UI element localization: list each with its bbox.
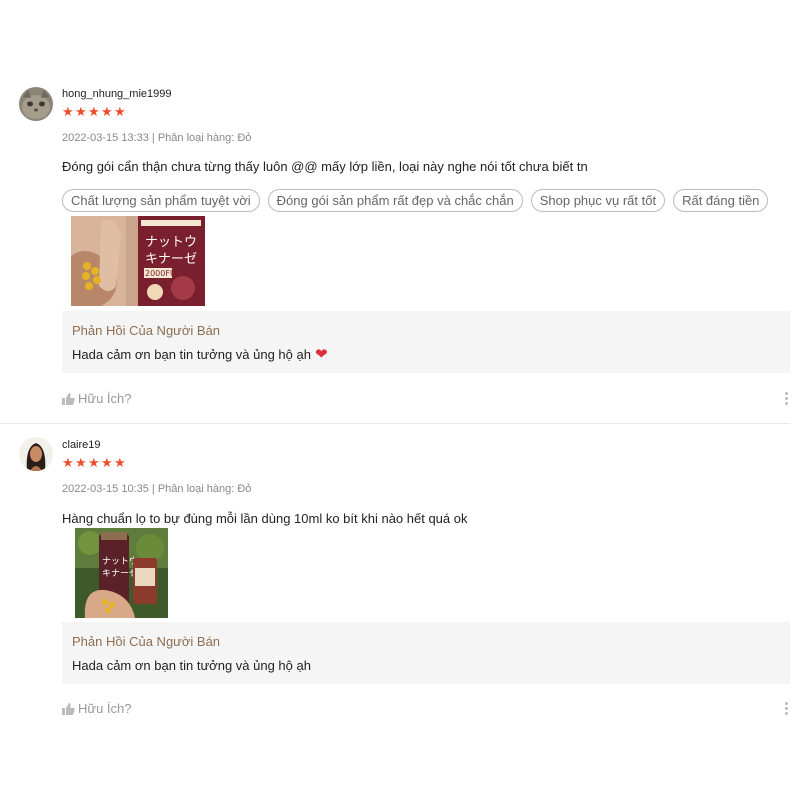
review-tag: Chất lượng sản phẩm tuyệt vời [62, 189, 260, 212]
review-meta: 2022-03-15 10:35 | Phân loại hàng: Đỏ [62, 483, 252, 495]
reply-text: Hada cảm ơn bạn tin tưởng và ủng hộ ạh [72, 347, 311, 362]
star-icon: ★ [88, 104, 100, 119]
avatar[interactable] [19, 87, 53, 121]
star-icon: ★ [62, 455, 74, 470]
helpful-label: Hữu Ích? [78, 701, 132, 716]
reply-title: Phản Hồi Của Người Bán [72, 634, 221, 649]
photo-label-2: キナーゼ [145, 252, 197, 267]
star-icon: ★ [114, 455, 126, 470]
star-icon: ★ [114, 104, 126, 119]
photo-label-3: 2000FU [145, 269, 176, 278]
review-comment: Đóng gói cẩn thận chưa từng thấy luôn @@… [62, 159, 588, 174]
helpful-button[interactable]: Hữu Ích? [62, 701, 132, 716]
thumbs-up-icon [62, 702, 75, 715]
reply-title: Phản Hồi Của Người Bán [72, 323, 221, 338]
more-options-icon[interactable] [785, 702, 789, 715]
seller-reply: Phản Hồi Của Người Bán Hada cảm ơn bạn t… [62, 622, 790, 684]
helpful-button[interactable]: Hữu Ích? [62, 391, 132, 406]
more-options-icon[interactable] [785, 392, 789, 405]
seller-reply: Phản Hồi Của Người Bán Hada cảm ơn bạn t… [62, 311, 790, 373]
reviewer-name[interactable]: hong_nhung_mie1999 [62, 88, 172, 100]
review-meta: 2022-03-15 13:33 | Phân loại hàng: Đỏ [62, 132, 252, 144]
rating-stars: ★ ★ ★ ★ ★ [62, 104, 126, 119]
review-tag: Rất đáng tiền [673, 189, 769, 212]
photo-label-1: ナットウ [102, 556, 138, 567]
thumbs-up-icon [62, 392, 75, 405]
review-divider [0, 423, 790, 424]
reply-text-row: Hada cảm ơn bạn tin tưởng và ủng hộ ạh [72, 658, 311, 673]
avatar[interactable] [19, 437, 53, 471]
rating-stars: ★ ★ ★ ★ ★ [62, 455, 126, 470]
photo-label-2: キナーゼ [102, 567, 138, 579]
star-icon: ★ [101, 455, 113, 470]
reply-text: Hada cảm ơn bạn tin tưởng và ủng hộ ạh [72, 658, 311, 673]
heart-icon: ❤ [314, 346, 328, 363]
star-icon: ★ [62, 104, 74, 119]
product-photo-image: ナットウ キナーゼ 2000FU [71, 216, 205, 306]
star-icon: ★ [75, 455, 87, 470]
user-avatar-icon [19, 437, 53, 471]
review-photo[interactable]: ナットウ キナーゼ [75, 528, 168, 618]
review-tag: Đóng gói sản phẩm rất đẹp và chắc chắn [267, 189, 523, 212]
cat-avatar-icon [19, 87, 53, 121]
product-photo-image: ナットウ キナーゼ [75, 528, 168, 618]
reply-text-row: Hada cảm ơn bạn tin tưởng và ủng hộ ạh ❤ [72, 347, 328, 362]
star-icon: ★ [101, 104, 113, 119]
review-comment: Hàng chuẩn lọ to bự đùng mỗi lần dùng 10… [62, 511, 468, 526]
reviewer-name[interactable]: claire19 [62, 439, 101, 451]
star-icon: ★ [75, 104, 87, 119]
review-tags: Chất lượng sản phẩm tuyệt vời Đóng gói s… [62, 189, 769, 212]
star-icon: ★ [88, 455, 100, 470]
review-photo[interactable]: ナットウ キナーゼ 2000FU [71, 216, 205, 306]
photo-label-1: ナットウ [145, 235, 197, 250]
review-tag: Shop phục vụ rất tốt [530, 189, 666, 212]
helpful-label: Hữu Ích? [78, 391, 132, 406]
